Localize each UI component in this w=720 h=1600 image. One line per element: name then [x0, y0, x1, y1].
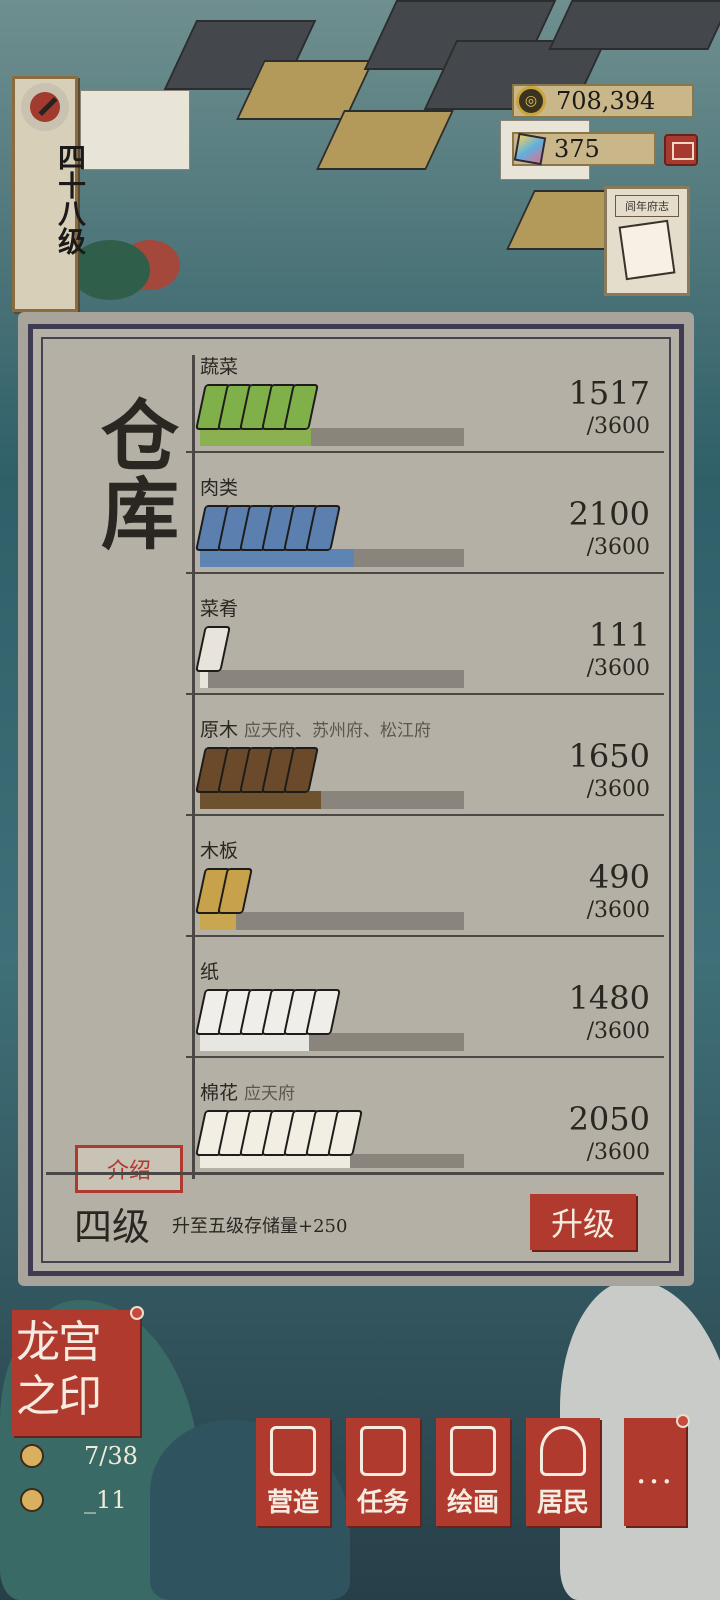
resource-capacity: /3600: [586, 898, 650, 923]
resource-amount: 1480: [568, 979, 650, 1017]
resource-icon-stack: [195, 626, 231, 676]
resource-name: 菜肴: [200, 594, 244, 621]
resource-name: 原木 应天府、苏州府、松江府: [200, 715, 431, 742]
scroll-painting-icon: [450, 1426, 496, 1476]
resource-icon-stack: [195, 747, 319, 797]
resource-row: 肉类 2100/3600: [186, 453, 664, 574]
warehouse-level: 四级: [74, 1205, 151, 1249]
resource-icon: [195, 626, 231, 672]
scroll-icon: [618, 219, 676, 281]
resource-amount: 1650: [568, 737, 650, 775]
resource-capacity: /3600: [586, 1019, 650, 1044]
tasks-button[interactable]: 任务: [346, 1418, 420, 1526]
residents-button[interactable]: 居民: [526, 1418, 600, 1526]
resident-icon: [540, 1426, 586, 1476]
resource-amount: 2100: [568, 495, 650, 533]
tasks-label: 任务: [356, 1488, 409, 1518]
more-button[interactable]: ...: [624, 1414, 690, 1526]
resource-row: 蔬菜 1517/3600: [186, 332, 664, 453]
gem-icon: [513, 132, 547, 166]
intro-button[interactable]: 介绍: [75, 1145, 183, 1193]
book-icon: [360, 1426, 406, 1476]
resource-name: 肉类: [200, 473, 244, 500]
resource-name-text: 原木: [200, 719, 239, 741]
house-icon: [270, 1426, 316, 1476]
shop-gift-icon[interactable]: [664, 134, 698, 166]
seal-title-line1: 龙宫: [16, 1317, 102, 1368]
resource-icon-stack: [195, 505, 341, 555]
resource-icon-stack: [195, 1110, 363, 1160]
seal-title-line2: 之印: [16, 1371, 102, 1422]
player-level-banner[interactable]: 四十八级: [12, 76, 87, 312]
warehouse-title-column: 仓库 介绍: [55, 355, 195, 1193]
resource-name: 纸: [200, 957, 225, 984]
coin-amount: 708,394: [556, 87, 656, 115]
player-level-text: 四十八级: [54, 143, 87, 255]
seal-stat-residents: 7/38: [20, 1442, 138, 1470]
resource-icon-stack: [195, 868, 253, 918]
resource-origin: 应天府、苏州府、松江府: [244, 721, 432, 741]
gem-counter[interactable]: 375: [512, 132, 656, 166]
divider: [46, 1172, 664, 1175]
resource-list[interactable]: 蔬菜 1517/3600 肉类 2100/3600 菜肴 111/3600 原木 应天府、苏州…: [186, 332, 664, 1168]
resource-icon-stack: [195, 384, 319, 434]
notification-dot-icon: [130, 1306, 144, 1320]
more-label: ...: [635, 1452, 675, 1492]
resource-amount: 2050: [568, 1100, 650, 1138]
notification-dot-icon: [676, 1414, 690, 1428]
resource-name: 木板: [200, 836, 244, 863]
paint-label: 绘画: [446, 1488, 499, 1518]
coin-counter[interactable]: ◎ 708,394: [512, 84, 694, 118]
seal-stat-residents-value: 7/38: [84, 1442, 138, 1470]
resource-name: 棉花 应天府: [200, 1078, 295, 1105]
chronicle-label: 闾年府志: [615, 195, 679, 217]
coin-icon: ◎: [516, 86, 546, 116]
resource-icon-stack: [195, 989, 341, 1039]
resource-name-text: 木板: [200, 840, 239, 862]
resource-origin: 应天府: [244, 1084, 296, 1104]
person-icon: [20, 1444, 44, 1468]
resource-row: 纸 1480/3600: [186, 937, 664, 1058]
resource-row: 菜肴 111/3600: [186, 574, 664, 695]
seal-stat-items-value: _11: [84, 1486, 127, 1514]
resource-row: 木板 490/3600: [186, 816, 664, 937]
resource-row: 原木 应天府、苏州府、松江府 1650/3600: [186, 695, 664, 816]
resource-name: 蔬菜: [200, 352, 244, 379]
resource-name-text: 肉类: [200, 477, 239, 499]
resource-name-text: 棉花: [200, 1082, 239, 1104]
paint-button[interactable]: 绘画: [436, 1418, 510, 1526]
warehouse-title: 仓库: [88, 395, 179, 551]
resource-capacity: /3600: [586, 1140, 650, 1165]
upgrade-description: 升至五级存储量+250: [172, 1216, 348, 1237]
resource-amount: 1517: [568, 374, 650, 412]
resource-amount: 111: [588, 616, 650, 654]
resource-name-text: 纸: [200, 961, 220, 983]
resource-name-text: 菜肴: [200, 598, 239, 620]
resource-amount: 490: [588, 858, 650, 896]
resource-row: 棉花 应天府 2050/3600: [186, 1058, 664, 1168]
resource-capacity: /3600: [586, 777, 650, 802]
chronicle-button[interactable]: 闾年府志: [604, 186, 690, 296]
face-icon: [20, 1488, 44, 1512]
brush-icon: [21, 83, 69, 131]
resource-name-text: 蔬菜: [200, 356, 239, 378]
residents-label: 居民: [536, 1488, 589, 1518]
build-button[interactable]: 营造: [256, 1418, 330, 1526]
resource-capacity: /3600: [586, 414, 650, 439]
resource-capacity: /3600: [586, 656, 650, 681]
resource-capacity: /3600: [586, 535, 650, 560]
upgrade-button[interactable]: 升级: [530, 1194, 636, 1250]
build-label: 营造: [266, 1488, 319, 1518]
gem-amount: 375: [554, 135, 600, 163]
dragon-palace-seal-button[interactable]: 龙宫 之印: [12, 1306, 144, 1436]
seal-stat-items: _11: [20, 1486, 127, 1514]
storage-bar: [200, 670, 464, 688]
